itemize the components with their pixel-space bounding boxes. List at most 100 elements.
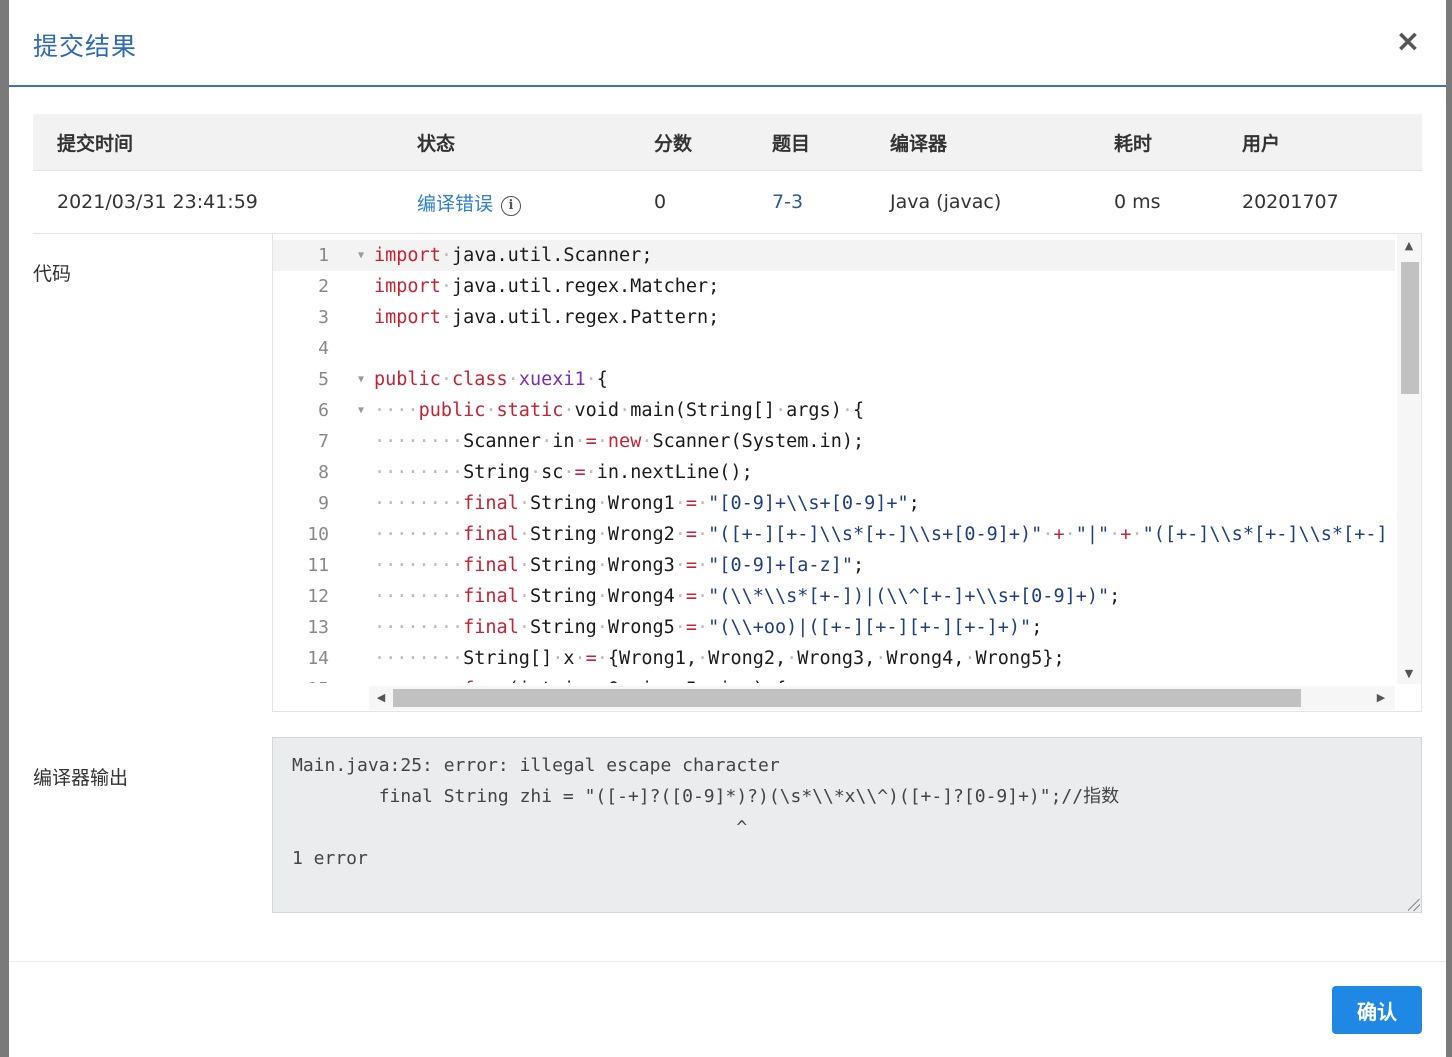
code-token: Wrong1 xyxy=(607,493,675,514)
code-token: Wrong2, xyxy=(708,648,787,669)
cell-time: 0 ms xyxy=(1114,170,1242,234)
fold-toggle-icon[interactable]: ▼ xyxy=(355,364,367,395)
line-number: 6 xyxy=(318,400,329,421)
scroll-right-icon[interactable]: ▶ xyxy=(1371,686,1391,710)
line-number: 3 xyxy=(318,307,329,328)
code-token: "|" xyxy=(1075,524,1110,545)
line-number: 5 xyxy=(318,369,329,390)
code-line: 4 xyxy=(273,333,1395,364)
code-token: · xyxy=(697,617,709,638)
header-problem: 题目 xyxy=(772,114,890,171)
code-token: · xyxy=(697,648,709,669)
code-text: ········final·String·Wrong1·=·"[0-9]+\\s… xyxy=(374,488,920,519)
code-token: · xyxy=(786,648,798,669)
code-token: final xyxy=(463,524,519,545)
info-icon[interactable]: i xyxy=(501,195,522,216)
code-token: static xyxy=(496,400,564,421)
code-token: · xyxy=(518,617,530,638)
compiler-output[interactable]: Main.java:25: error: illegal escape char… xyxy=(272,737,1422,913)
confirm-button[interactable]: 确认 xyxy=(1332,986,1422,1034)
code-line: 2 import·java.util.regex.Matcher; xyxy=(273,271,1395,302)
code-token: void xyxy=(574,400,620,421)
code-line: 14 ········String[]·x·=·{Wrong1,·Wrong2,·… xyxy=(273,643,1395,674)
code-token: · xyxy=(630,679,641,683)
scroll-up-icon[interactable]: ▲ xyxy=(1397,236,1421,256)
footer-divider xyxy=(9,961,1446,962)
code-token: · xyxy=(440,369,452,390)
code-token: · xyxy=(674,586,686,607)
code-token: · xyxy=(653,679,664,683)
code-token: String xyxy=(463,462,530,483)
horizontal-scroll-thumb[interactable] xyxy=(393,689,1301,707)
code-text: ········String[]·x·=·{Wrong1,·Wrong2,·Wr… xyxy=(374,643,1065,674)
code-token: ; xyxy=(852,555,865,576)
code-token: final xyxy=(463,617,519,638)
compiler-output-label: 编译器输出 xyxy=(33,767,129,789)
code-token: · xyxy=(708,679,719,683)
code-text: ········for·(int·i·=·0;·i·<·5;·i++)·{ xyxy=(374,674,786,683)
code-line: 5 ▼ public·class·xuexi1·{ xyxy=(273,364,1395,395)
code-token: · xyxy=(440,307,452,328)
header-status: 状态 xyxy=(417,114,654,171)
code-token: new xyxy=(607,431,642,452)
horizontal-scrollbar[interactable]: ◀ ▶ xyxy=(369,686,1395,710)
code-text: ········final·String·Wrong5·=·"(\\+oo)|(… xyxy=(374,612,1042,643)
scroll-left-icon[interactable]: ◀ xyxy=(371,686,391,710)
scroll-down-icon[interactable]: ▼ xyxy=(1397,664,1421,684)
line-number: 1 xyxy=(318,245,329,266)
problem-link[interactable]: 7-3 xyxy=(772,191,803,213)
code-token: Wrong2 xyxy=(607,524,675,545)
code-token: ········ xyxy=(374,462,464,483)
code-token: ; xyxy=(1031,617,1043,638)
code-token: ········ xyxy=(374,524,464,545)
code-token: · xyxy=(596,617,608,638)
code-token: · xyxy=(597,679,608,683)
code-token: = xyxy=(586,679,597,683)
fold-toggle-icon[interactable]: ▼ xyxy=(355,395,367,426)
code-token: "[0-9]+\\s+[0-9]+" xyxy=(708,493,909,514)
code-editor[interactable]: 1 ▼ import·java.util.Scanner; 2 import·java.… xyxy=(272,233,1422,712)
code-token: args) xyxy=(786,400,842,421)
vertical-scrollbar[interactable]: ▲ ▼ xyxy=(1397,234,1421,684)
code-token: · xyxy=(674,524,686,545)
code-token: "[0-9]+[a-z]" xyxy=(708,555,853,576)
code-text: ········final·String·Wrong3·=·"[0-9]+[a-… xyxy=(374,550,864,581)
code-token: · xyxy=(596,648,608,669)
code-token: String xyxy=(529,555,597,576)
code-token: · xyxy=(585,462,597,483)
code-token: · xyxy=(518,493,530,514)
code-line: 15▼········for·(int·i·=·0;·i·<·5;·i++)·{ xyxy=(273,674,1395,683)
code-line: 1 ▼ import·java.util.Scanner; xyxy=(273,240,1395,271)
code-token: = xyxy=(585,431,597,452)
backdrop-right xyxy=(1446,0,1452,1057)
code-token: · xyxy=(674,555,686,576)
code-token: sc xyxy=(541,462,564,483)
code-token: · xyxy=(563,400,575,421)
code-line: 13 ········final·String·Wrong5·=·"(\\+oo)… xyxy=(273,612,1395,643)
code-token: · xyxy=(518,555,530,576)
line-number: 15 xyxy=(273,674,329,683)
header-user: 用户 xyxy=(1242,114,1422,171)
vertical-scroll-thumb[interactable] xyxy=(1401,262,1419,394)
code-token: final xyxy=(463,555,519,576)
code-token: 0; xyxy=(608,679,630,683)
code-token: · xyxy=(841,400,853,421)
close-icon[interactable]: × xyxy=(1394,25,1422,59)
code-token: Scanner xyxy=(463,431,542,452)
code-token: · xyxy=(1109,524,1121,545)
fold-toggle-icon[interactable]: ▼ xyxy=(355,674,367,683)
status-link[interactable]: 编译错误 xyxy=(417,193,493,215)
line-number: 2 xyxy=(318,276,329,297)
code-token: = xyxy=(574,462,586,483)
code-token: Wrong4, xyxy=(886,648,965,669)
code-token: · xyxy=(552,648,564,669)
code-token: · xyxy=(641,431,653,452)
code-token: (int xyxy=(508,679,553,683)
code-token: ········ xyxy=(374,617,464,638)
code-token: = xyxy=(585,648,597,669)
code-token: ········ xyxy=(374,679,463,683)
fold-toggle-icon[interactable]: ▼ xyxy=(355,240,367,271)
line-number: 4 xyxy=(318,338,329,359)
code-token: · xyxy=(596,493,608,514)
cell-compiler: Java (javac) xyxy=(890,170,1114,234)
